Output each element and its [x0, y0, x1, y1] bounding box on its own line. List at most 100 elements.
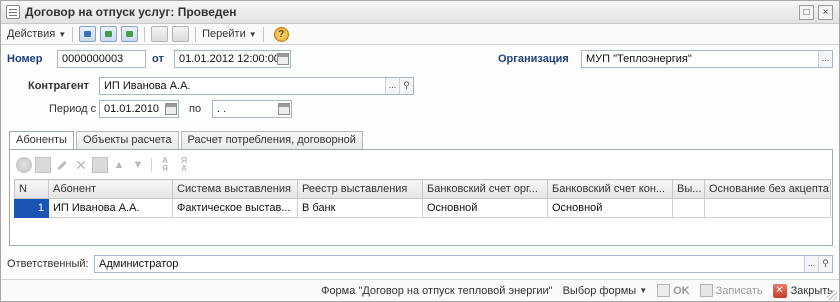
close-icon: ✕ [772, 283, 787, 298]
goto-menu[interactable]: Перейти ▼ [200, 25, 259, 44]
number-field[interactable]: 0000000003 [57, 50, 146, 68]
table-cell[interactable]: В банк [297, 198, 423, 218]
end-edit-icon[interactable] [92, 157, 108, 173]
period-from-label: Период с [49, 103, 97, 115]
responsible-value: Администратор [99, 258, 179, 270]
edit-row-icon[interactable] [54, 157, 70, 173]
structure-icon[interactable] [172, 26, 190, 42]
toolbar-separator [144, 26, 146, 42]
refresh-icon[interactable] [100, 26, 118, 42]
tab-bar: Абоненты Объекты расчета Расчет потребле… [9, 131, 365, 151]
period-from-value: 01.01.2010 [104, 103, 160, 115]
column-header[interactable]: Банковский счет орг... [422, 179, 548, 199]
maximize-button[interactable]: □ [799, 5, 814, 20]
table-header-row: N Абонент Система выставления Реестр выс… [14, 179, 831, 199]
delete-row-icon[interactable]: ✕ [73, 157, 89, 173]
choose-form-label: Выбор формы [562, 284, 637, 297]
column-header[interactable]: Основание без акцепта [704, 179, 831, 199]
sort-ascending-icon[interactable]: AЯ [157, 157, 173, 173]
ok-icon [657, 284, 671, 297]
calendar-icon[interactable] [278, 103, 290, 115]
chevron-down-icon: ▼ [58, 29, 67, 39]
subscribers-panel: ✕ ▲ ▼ AЯ ЯA N Абонент Система выставлени… [9, 149, 833, 246]
table-cell[interactable]: Основной [422, 198, 548, 218]
sort-descending-icon[interactable]: ЯA [176, 157, 192, 173]
form-name-label: Форма "Договор на отпуск тепловой энерги… [321, 284, 553, 297]
ok-button[interactable]: OK [657, 284, 690, 297]
goto-label: Перейти [202, 28, 246, 40]
counterparty-label: Контрагент [28, 80, 90, 92]
column-header[interactable]: Абонент [48, 179, 173, 199]
period-from-field[interactable]: 01.01.2010 [99, 100, 179, 118]
column-header[interactable]: Система выставления [172, 179, 298, 199]
organization-value: МУП "Теплоэнергия" [586, 53, 692, 65]
save-button[interactable]: Записать [699, 284, 763, 297]
tab-subscribers[interactable]: Абоненты [9, 131, 74, 151]
table-cell[interactable]: Фактическое выстав... [172, 198, 298, 218]
counterparty-field[interactable]: ИП Иванова А.А. ... ⚲ [99, 77, 414, 95]
responsible-field[interactable]: Администратор ... ⚲ [94, 255, 833, 273]
chevron-down-icon: ▼ [248, 29, 257, 39]
copy-document-icon[interactable] [121, 26, 139, 42]
tab-consumption-calculation[interactable]: Расчет потребления, договорной [180, 131, 363, 150]
save-label: Записать [715, 284, 763, 297]
column-header[interactable]: Банковский счет кон... [547, 179, 673, 199]
table-cell[interactable] [704, 198, 831, 218]
table-cell[interactable] [672, 198, 705, 218]
subscribers-table: N Абонент Система выставления Реестр выс… [14, 179, 831, 218]
document-window: Договор на отпуск услуг: Проведен □ × Де… [0, 0, 840, 302]
search-icon[interactable]: ⚲ [818, 256, 832, 272]
column-header[interactable]: Вы... [672, 179, 705, 199]
counterparty-select-button[interactable]: ... [385, 78, 399, 94]
toolbar-separator [195, 26, 197, 42]
date-field[interactable]: 01.01.2012 12:00:00 [174, 50, 291, 68]
table-toolbar: ✕ ▲ ▼ AЯ ЯA [16, 156, 192, 174]
period-to-value: . . [217, 103, 227, 115]
organization-select-button[interactable]: ... [818, 51, 832, 67]
copy-row-icon[interactable] [35, 157, 51, 173]
table-row[interactable]: 1 ИП Иванова А.А. Фактическое выстав... … [14, 198, 831, 218]
actions-label: Действия [7, 28, 56, 40]
table-cell[interactable]: 1 [14, 198, 49, 218]
period-to-field[interactable]: . . [212, 100, 292, 118]
toolbar: Действия ▼ Перейти ▼ ? [1, 24, 839, 45]
choose-form-menu[interactable]: Выбор формы ▼ [563, 285, 648, 297]
print-icon[interactable] [151, 26, 169, 42]
responsible-select-button[interactable]: ... [804, 256, 818, 272]
chevron-down-icon: ▼ [639, 286, 648, 295]
save-icon [699, 284, 713, 297]
date-label: от [152, 53, 164, 65]
table-cell[interactable]: Основной [547, 198, 673, 218]
table-cell[interactable]: ИП Иванова А.А. [48, 198, 173, 218]
date-value: 01.01.2012 12:00:00 [179, 53, 280, 65]
help-icon[interactable]: ? [273, 26, 289, 42]
close-window-button[interactable]: × [818, 5, 833, 20]
column-header[interactable]: Реестр выставления [297, 179, 423, 199]
toolbar-separator [72, 26, 74, 42]
toolbar-separator [262, 26, 264, 42]
ok-label: OK [673, 284, 690, 297]
window-buttons: □ × [799, 5, 833, 20]
calendar-icon[interactable] [165, 103, 177, 115]
organization-label: Организация [498, 53, 569, 65]
counterparty-value: ИП Иванова А.А. [104, 80, 191, 92]
organization-field[interactable]: МУП "Теплоэнергия" ... [581, 50, 833, 68]
resize-grip[interactable] [827, 290, 837, 300]
close-button[interactable]: ✕ Закрыть [772, 283, 833, 298]
table-toolbar-separator [151, 158, 152, 172]
post-and-close-icon[interactable] [79, 26, 97, 42]
add-row-icon[interactable] [16, 157, 32, 173]
actions-menu[interactable]: Действия ▼ [5, 25, 68, 44]
window-title: Договор на отпуск услуг: Проведен [25, 5, 237, 19]
tab-calculation-objects[interactable]: Объекты расчета [75, 131, 179, 150]
responsible-label: Ответственный: [7, 258, 89, 270]
move-down-icon[interactable]: ▼ [130, 157, 146, 173]
period-to-label: по [189, 103, 202, 115]
document-icon [6, 5, 20, 19]
column-header[interactable]: N [14, 179, 49, 199]
status-bar: Форма "Договор на отпуск тепловой энерги… [1, 279, 839, 301]
calendar-icon[interactable] [277, 53, 289, 65]
search-icon[interactable]: ⚲ [399, 78, 413, 94]
number-label: Номер [7, 53, 43, 65]
move-up-icon[interactable]: ▲ [111, 157, 127, 173]
